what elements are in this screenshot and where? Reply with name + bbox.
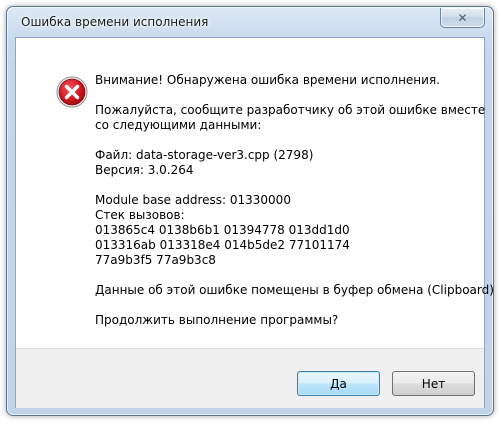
- message-request-line-1: Пожалуйста, сообщите разработчику об это…: [95, 103, 486, 117]
- message-stack-line-3: 77a9b3f5 77a9b3c8: [95, 253, 216, 267]
- message-module-base: Module base address: 01330000: [95, 193, 291, 207]
- button-bar: Да Нет: [16, 348, 484, 408]
- message-version: Версия: 3.0.264: [95, 163, 194, 177]
- dialog-client-area: Внимание! Обнаружена ошибка времени испо…: [15, 37, 494, 408]
- yes-button[interactable]: Да: [297, 371, 380, 396]
- no-button[interactable]: Нет: [392, 371, 475, 396]
- close-button[interactable]: ✕: [440, 8, 485, 28]
- title-bar[interactable]: Ошибка времени исполнения ✕: [7, 7, 493, 37]
- close-icon: ✕: [457, 10, 468, 25]
- window-title: Ошибка времени исполнения: [21, 15, 209, 29]
- message-area: Внимание! Обнаружена ошибка времени испо…: [16, 38, 494, 348]
- error-dialog-window: Ошибка времени исполнения ✕ Внимание! Об…: [6, 6, 494, 416]
- message-stack-line-2: 013316ab 013318e4 014b5de2 77101174: [95, 238, 350, 252]
- error-message: Внимание! Обнаружена ошибка времени испо…: [95, 73, 494, 328]
- message-request-line-2: со следующими данными:: [95, 118, 262, 132]
- message-file: Файл: data-storage-ver3.cpp (2798): [95, 148, 314, 162]
- message-clipboard-note: Данные об этой ошибке помещены в буфер о…: [95, 283, 494, 297]
- error-icon: [56, 76, 88, 108]
- message-question: Продолжить выполнение программы?: [95, 313, 339, 327]
- message-call-stack-label: Стек вызовов:: [95, 208, 185, 222]
- message-headline: Внимание! Обнаружена ошибка времени испо…: [95, 73, 440, 87]
- message-stack-line-1: 013865c4 0138b6b1 01394778 013dd1d0: [95, 223, 350, 237]
